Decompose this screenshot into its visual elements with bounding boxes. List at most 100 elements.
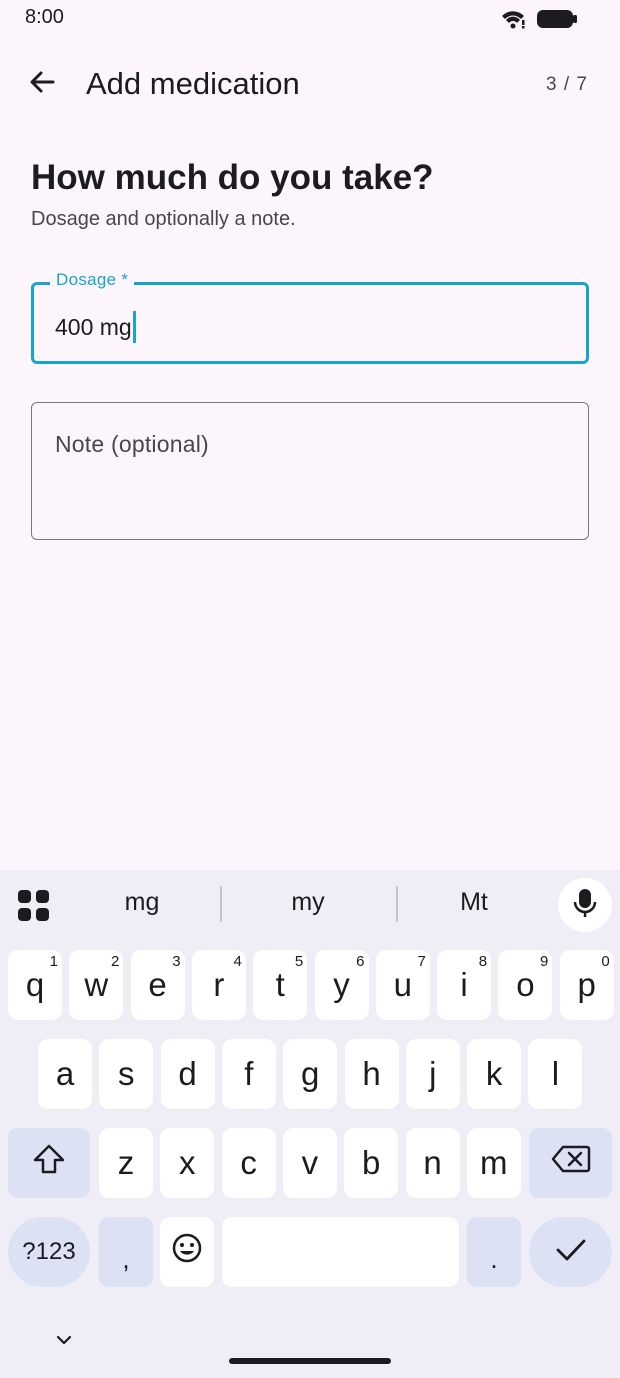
status-icons: [500, 8, 578, 35]
home-gesture-bar[interactable]: [229, 1358, 391, 1364]
key-b[interactable]: b: [344, 1128, 399, 1198]
key-v[interactable]: v: [282, 1128, 337, 1198]
key-hint: 5: [294, 953, 304, 970]
key-label: h: [362, 1055, 381, 1092]
note-field[interactable]: Note (optional): [31, 402, 589, 540]
dosage-label: Dosage *: [50, 270, 135, 290]
key-label: y: [333, 966, 350, 1003]
dosage-input[interactable]: 400 mg: [55, 311, 136, 343]
key-label: l: [551, 1055, 560, 1092]
key-l[interactable]: l: [528, 1039, 583, 1109]
emoji-icon: [171, 1232, 203, 1272]
key-w[interactable]: w2: [69, 950, 124, 1020]
wifi-icon: [500, 9, 526, 34]
key-label: m: [480, 1144, 508, 1181]
key-label: x: [179, 1144, 196, 1181]
key-label: b: [362, 1144, 381, 1181]
dosage-value: 400 mg: [55, 313, 132, 340]
back-arrow-icon: [28, 68, 56, 101]
suggestion-3[interactable]: Mt: [394, 888, 554, 917]
chevron-down-icon[interactable]: [52, 1328, 76, 1352]
key-label: g: [301, 1055, 320, 1092]
symbols-label: ?123: [22, 1238, 76, 1265]
shift-icon: [32, 1143, 66, 1183]
key-label: r: [213, 966, 225, 1003]
mic-icon: [573, 888, 597, 923]
dosage-field[interactable]: Dosage * 400 mg: [31, 270, 589, 364]
key-label: a: [55, 1055, 75, 1092]
keyboard: mg my Mt q1w2e3r4t5y6u7i8o9p0 asdfghjkl …: [0, 870, 620, 1378]
key-label: i: [460, 966, 468, 1003]
key-z[interactable]: z: [99, 1128, 153, 1198]
page-heading: How much do you take?: [31, 158, 434, 197]
key-f[interactable]: f: [221, 1039, 276, 1109]
key-p[interactable]: p0: [559, 950, 614, 1020]
backspace-key[interactable]: [529, 1128, 612, 1198]
status-bar: 8:00: [0, 0, 620, 36]
symbols-key[interactable]: ?123: [8, 1217, 90, 1287]
key-label: v: [301, 1144, 319, 1181]
key-label: e: [148, 966, 167, 1003]
enter-key[interactable]: [529, 1217, 612, 1287]
key-e[interactable]: e3: [130, 950, 185, 1020]
key-label: u: [393, 966, 412, 1003]
back-button[interactable]: [20, 62, 64, 106]
text-cursor: [132, 311, 136, 343]
backspace-icon: [551, 1144, 591, 1182]
key-t[interactable]: t5: [253, 950, 308, 1020]
page-subheading: Dosage and optionally a note.: [31, 208, 296, 230]
key-hint: 4: [233, 953, 242, 970]
key-y[interactable]: y6: [314, 950, 369, 1020]
key-hint: 3: [172, 953, 181, 970]
period-key[interactable]: .: [467, 1217, 521, 1287]
note-placeholder: Note (optional): [55, 431, 209, 457]
mic-button[interactable]: [558, 878, 612, 932]
shift-key[interactable]: [8, 1128, 90, 1198]
key-q[interactable]: q1: [8, 950, 62, 1020]
key-c[interactable]: c: [221, 1128, 276, 1198]
suggestion-bar: mg my Mt: [0, 870, 620, 942]
key-g[interactable]: g: [283, 1039, 338, 1109]
apps-grid-icon[interactable]: [16, 888, 52, 924]
key-label: q: [25, 966, 45, 1003]
key-label: w: [84, 966, 109, 1003]
key-label: j: [429, 1055, 437, 1092]
navigation-bar: [0, 1310, 620, 1378]
comma-label: ,: [122, 1243, 130, 1274]
key-label: n: [423, 1144, 442, 1181]
emoji-key[interactable]: [160, 1217, 214, 1287]
step-indicator: 3 / 7: [546, 74, 588, 95]
key-s[interactable]: s: [99, 1039, 154, 1109]
key-label: f: [244, 1055, 254, 1092]
key-m[interactable]: m: [466, 1128, 521, 1198]
space-key[interactable]: [222, 1217, 459, 1287]
key-k[interactable]: k: [467, 1039, 522, 1109]
key-label: c: [240, 1144, 257, 1181]
key-label: z: [117, 1144, 135, 1181]
key-i[interactable]: i8: [437, 950, 492, 1020]
key-h[interactable]: h: [344, 1039, 399, 1109]
status-time: 8:00: [25, 6, 64, 28]
suggestion-2[interactable]: my: [228, 888, 388, 917]
comma-key[interactable]: ,: [99, 1217, 153, 1287]
enter-check-icon: [555, 1233, 587, 1271]
key-u[interactable]: u7: [375, 950, 430, 1020]
key-a[interactable]: a: [38, 1039, 92, 1109]
suggestion-1[interactable]: mg: [62, 888, 222, 917]
key-n[interactable]: n: [405, 1128, 460, 1198]
key-label: p: [577, 966, 596, 1003]
period-label: .: [490, 1243, 498, 1274]
key-hint: 2: [110, 953, 120, 970]
key-label: s: [118, 1055, 135, 1092]
key-r[interactable]: r4: [191, 950, 246, 1020]
key-j[interactable]: j: [405, 1039, 460, 1109]
key-label: t: [275, 966, 285, 1003]
key-d[interactable]: d: [160, 1039, 215, 1109]
key-hint: 8: [478, 953, 488, 970]
key-hint: 7: [417, 953, 426, 970]
key-o[interactable]: o9: [498, 950, 553, 1020]
key-x[interactable]: x: [160, 1128, 215, 1198]
key-label: o: [516, 966, 535, 1003]
app-bar: Add medication 3 / 7: [0, 48, 620, 120]
key-hint: 0: [601, 953, 610, 970]
